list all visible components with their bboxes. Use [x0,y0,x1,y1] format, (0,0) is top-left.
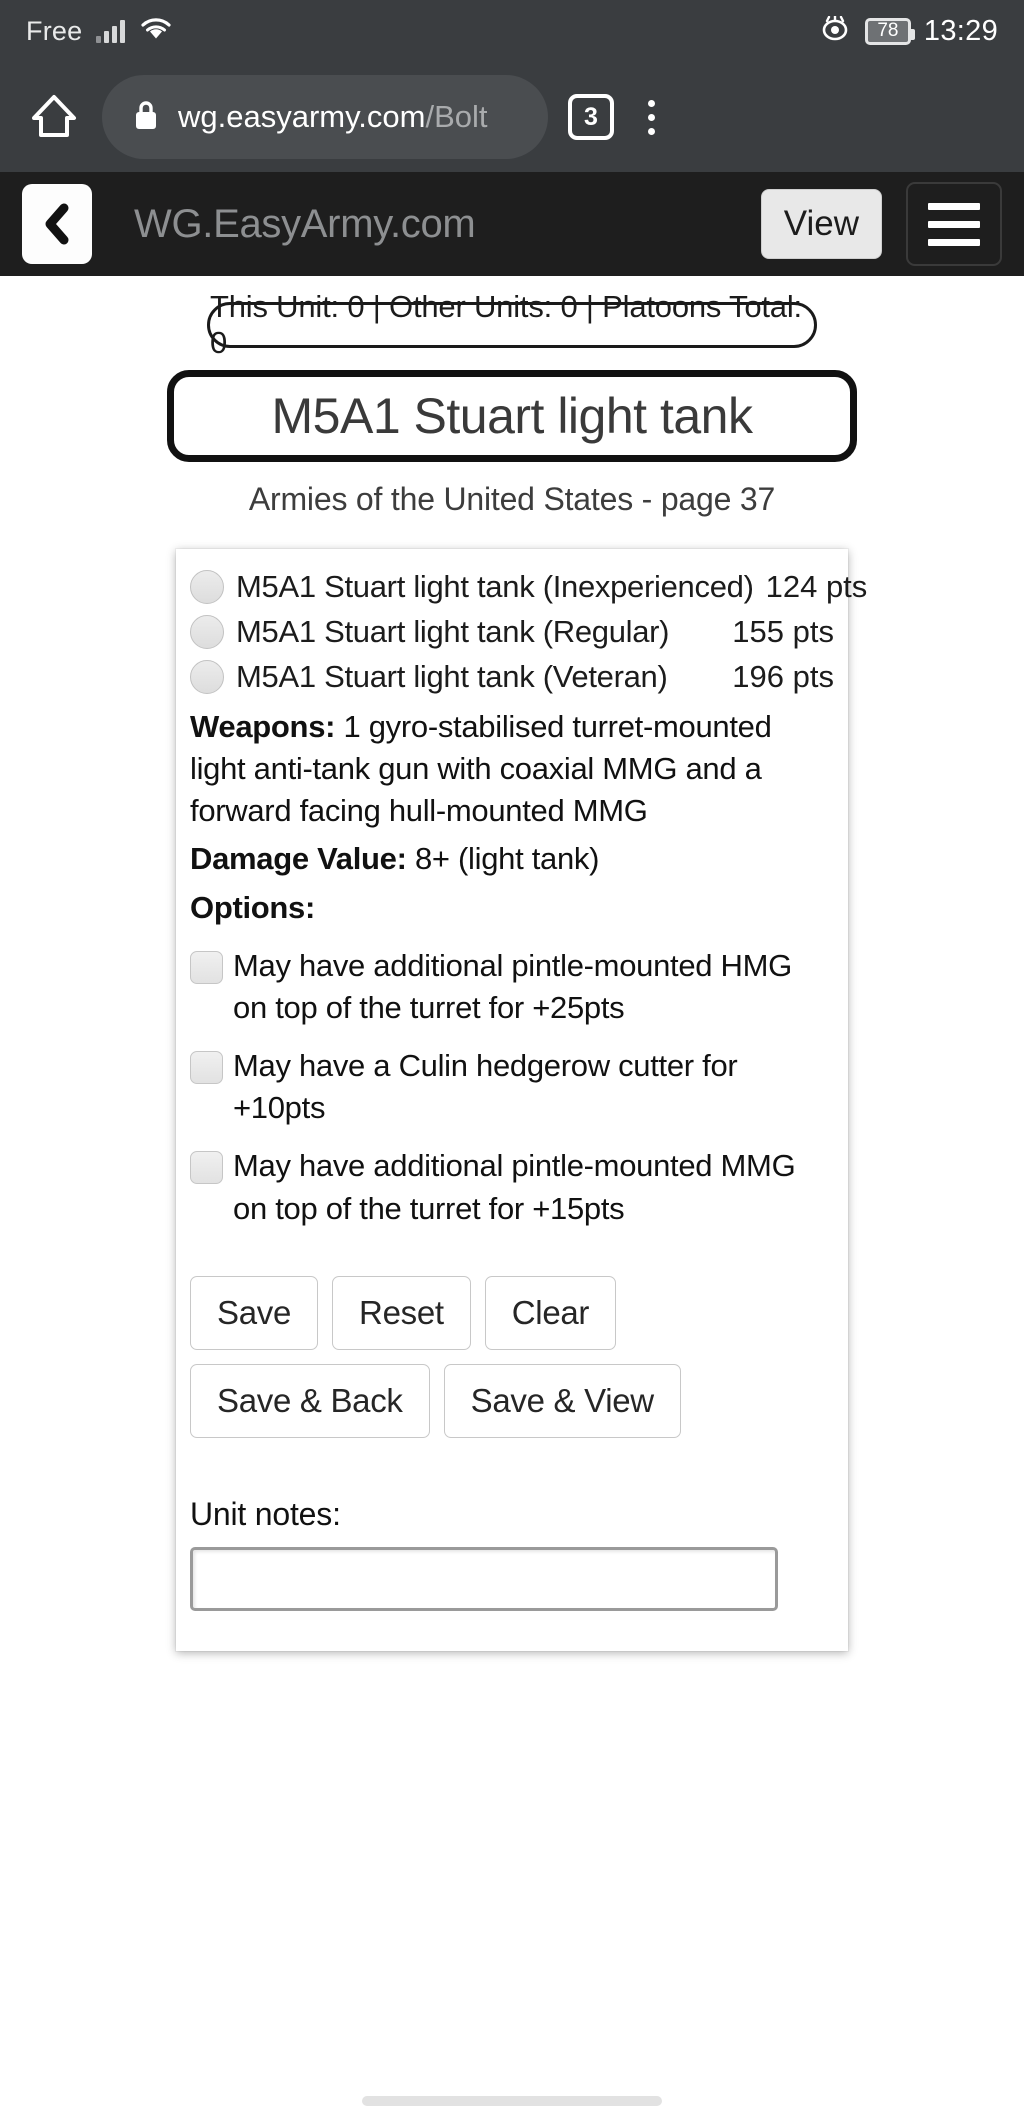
address-bar[interactable]: wg.easyarmy.com/Bolt [102,75,548,159]
quality-option-label: M5A1 Stuart light tank (Regular) [236,614,670,649]
clear-button[interactable]: Clear [484,1275,617,1350]
upgrade-option-label: May have a Culin hedgerow cutter for +10… [233,1048,738,1126]
checkbox-culin-hedgerow-cutter[interactable] [190,1051,223,1085]
radio-button-veteran[interactable] [190,660,224,694]
clock-label: 13:29 [923,14,998,47]
weapons-label: Weapons: [190,709,336,744]
upgrade-option-row[interactable]: May have additional pintle-mounted HMG o… [190,945,834,1029]
action-button-row: Save Reset Clear Save & Back Save & View [190,1275,834,1438]
carrier-label: Free [26,15,83,46]
points-summary-bar: This Unit: 0 | Other Units: 0 | Platoons… [207,289,817,360]
damage-text: 8+ (light tank) [406,841,600,877]
damage-line: Damage Value: 8+ (light tank) [190,838,834,880]
phone-screen: Free 78 13:29 wg.easyarmy.com/Bolt 3 WG.… [0,0,1024,2124]
upgrade-option-row[interactable]: May have a Culin hedgerow cutter for +10… [190,1045,834,1129]
hamburger-menu-icon[interactable] [906,182,1002,266]
damage-label: Damage Value: [190,841,407,877]
tab-count-button[interactable]: 3 [568,94,614,140]
checkbox-pintle-mmg[interactable] [190,1151,223,1185]
quality-option-points: 124 pts [765,569,868,604]
radio-button-regular[interactable] [190,615,224,649]
android-status-bar: Free 78 13:29 [0,0,1024,62]
unit-detail-card: M5A1 Stuart light tank (Inexperienced) 1… [176,549,867,1651]
navigation-hint-bar [362,2096,662,2106]
app-header: WG.EasyArmy.com View [0,172,1024,276]
quality-option-points: 155 pts [732,614,834,649]
save-and-view-button[interactable]: Save & View [443,1363,681,1438]
view-button[interactable]: View [760,189,882,259]
unit-source-label: Armies of the United States - page 37 [248,481,776,517]
signal-bars-icon [96,19,126,43]
url-text: wg.easyarmy.com/Bolt [178,99,488,135]
unit-notes-label: Unit notes: [190,1495,341,1532]
quality-option-row[interactable]: M5A1 Stuart light tank (Regular) 155 pts [190,610,834,655]
url-path: /Bolt [425,99,488,134]
chevron-left-icon [40,202,74,246]
status-bar-right: 78 13:29 [818,14,998,48]
unit-notes-input[interactable] [190,1546,778,1611]
quality-option-label: M5A1 Stuart light tank (Inexperienced) [236,569,754,604]
upgrade-option-label: May have additional pintle-mounted MMG o… [233,1148,796,1226]
weapons-line: Weapons: 1 gyro-stabilised turret-mounte… [190,706,834,832]
status-bar-left: Free [26,16,173,47]
reset-button[interactable]: Reset [332,1275,471,1350]
back-button[interactable] [22,184,92,264]
eye-icon [818,14,852,47]
save-button[interactable]: Save [190,1275,319,1350]
unit-title-box: M5A1 Stuart light tank [167,370,857,462]
radio-button-inexperienced[interactable] [190,570,224,604]
app-title: WG.EasyArmy.com [134,201,476,246]
quality-option-row[interactable]: M5A1 Stuart light tank (Veteran) 196 pts [190,655,834,700]
browser-toolbar: wg.easyarmy.com/Bolt 3 [0,62,1024,172]
quality-option-row[interactable]: M5A1 Stuart light tank (Inexperienced) 1… [190,565,867,610]
page-content: This Unit: 0 | Other Units: 0 | Platoons… [0,276,1024,1651]
url-domain: wg.easyarmy.com [178,99,426,134]
home-icon[interactable] [26,87,82,148]
checkbox-pintle-hmg[interactable] [190,950,223,984]
options-label: Options: [190,889,316,925]
save-and-back-button[interactable]: Save & Back [190,1363,430,1438]
lock-icon [132,98,160,137]
battery-icon: 78 [864,17,915,45]
quality-option-points: 196 pts [732,659,834,694]
upgrade-option-label: May have additional pintle-mounted HMG o… [233,947,792,1025]
kebab-menu-icon[interactable] [634,94,669,141]
upgrade-option-row[interactable]: May have additional pintle-mounted MMG o… [190,1145,834,1229]
options-heading: Options: [190,887,834,929]
quality-option-label: M5A1 Stuart light tank (Veteran) [236,659,668,694]
wifi-icon [139,16,173,47]
